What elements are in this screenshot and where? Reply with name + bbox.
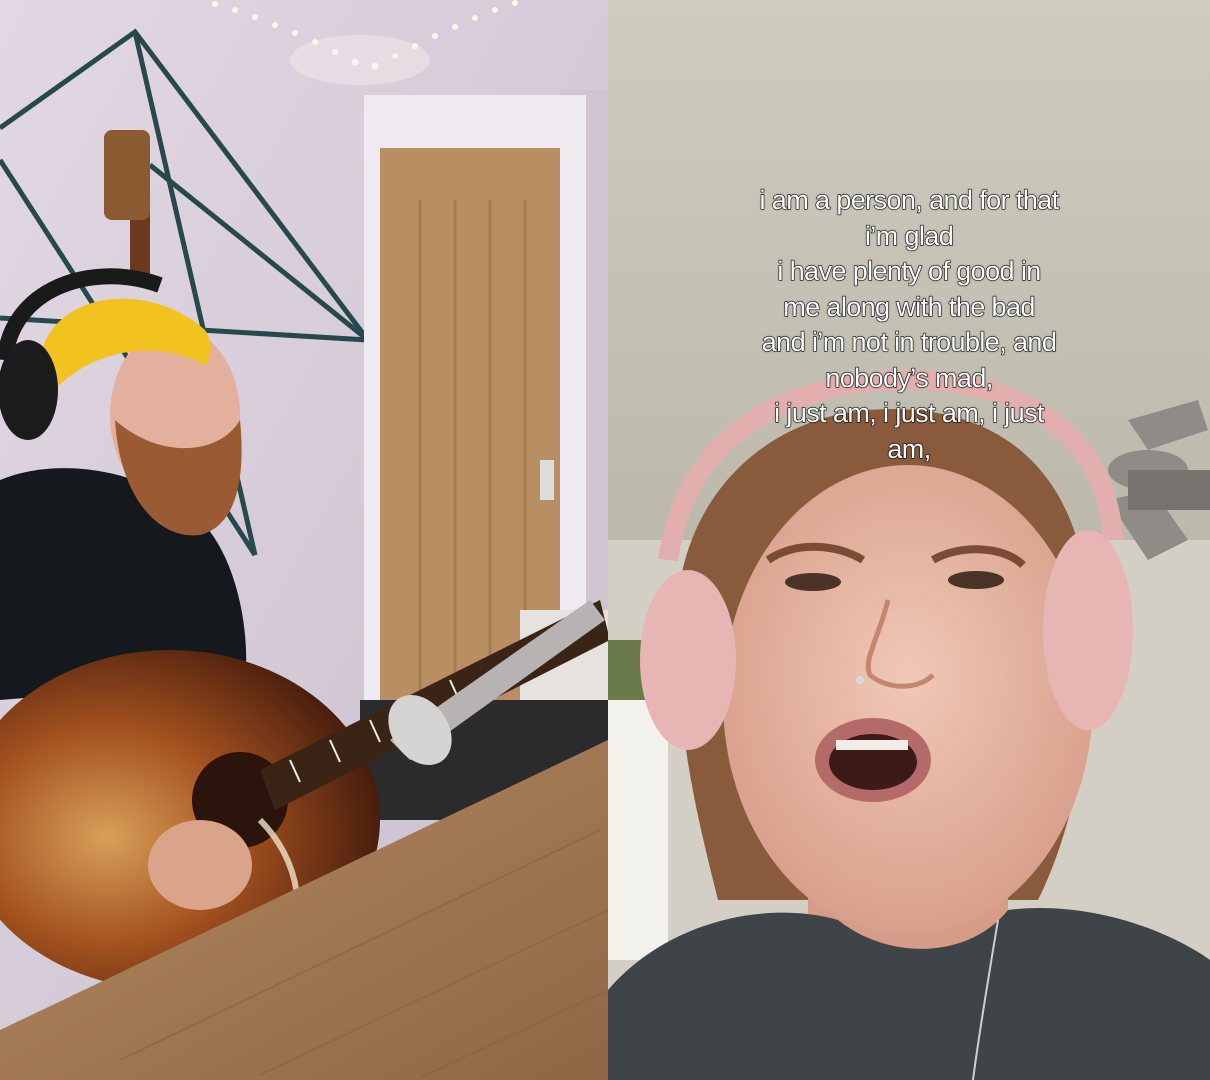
caption-line: i’m glad	[864, 220, 954, 251]
singer-scene-image	[608, 0, 1210, 1080]
duet-video-frame: i am a person, and for that i’m glad i h…	[0, 0, 1210, 1080]
guitarist-scene-image	[0, 0, 608, 1080]
caption-line: i have plenty of good in	[777, 255, 1042, 286]
caption-line: i am a person, and for that	[759, 184, 1060, 215]
caption-line: i just am, i just am, i just	[774, 397, 1046, 428]
caption-line: nobody’s mad,	[825, 362, 994, 393]
left-video-panel	[0, 0, 608, 1080]
lyrics-caption: i am a person, and for that i’m glad i h…	[608, 183, 1210, 467]
caption-line: am,	[887, 433, 932, 464]
right-video-panel: i am a person, and for that i’m glad i h…	[608, 0, 1210, 1080]
caption-line: and i’m not in trouble, and	[761, 326, 1057, 357]
caption-line: me along with the bad	[783, 291, 1036, 322]
